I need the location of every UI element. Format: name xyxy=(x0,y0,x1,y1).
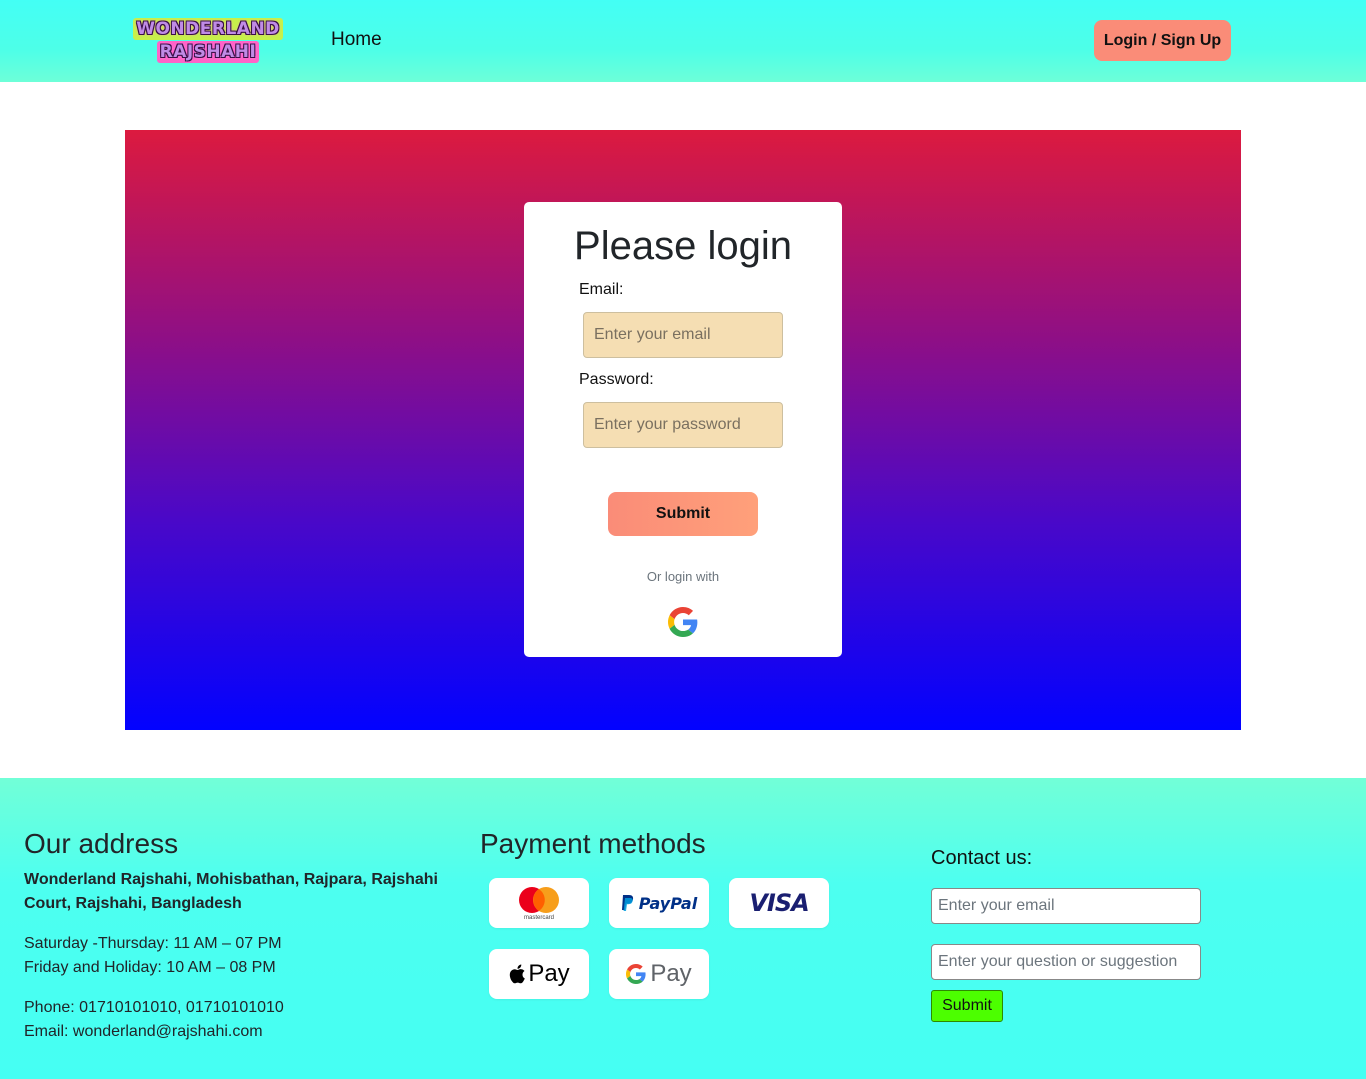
logo-line-1: WONDERLAND xyxy=(133,17,283,40)
site-header: WONDERLAND RAJSHAHI Home Login / Sign Up xyxy=(0,0,1366,82)
visa-card: VISA xyxy=(729,878,829,928)
email-text: Email: wonderland@rajshahi.com xyxy=(24,1023,263,1040)
site-logo[interactable]: WONDERLAND RAJSHAHI xyxy=(128,16,288,64)
email-label: Email: xyxy=(579,281,624,298)
hours-line-2: Friday and Holiday: 10 AM – 08 PM xyxy=(24,959,276,976)
login-submit-button[interactable]: Submit xyxy=(608,492,758,536)
contact-title: Contact us: xyxy=(931,847,1033,869)
contact-submit-button[interactable]: Submit xyxy=(931,990,1003,1022)
login-title: Please login xyxy=(574,224,792,268)
login-signup-button[interactable]: Login / Sign Up xyxy=(1094,20,1231,61)
paypal-icon xyxy=(621,895,633,911)
password-input[interactable] xyxy=(583,402,783,448)
mastercard-card: mastercard xyxy=(489,878,589,928)
address-line-1: Wonderland Rajshahi, Mohisbathan, Rajpar… xyxy=(24,871,438,888)
hours-line-1: Saturday -Thursday: 11 AM – 07 PM xyxy=(24,935,282,952)
google-g-icon xyxy=(626,964,646,984)
apple-icon xyxy=(510,964,526,984)
contact-question-input[interactable] xyxy=(931,944,1201,980)
gpay-card: Pay xyxy=(609,949,709,999)
gpay-text: Pay xyxy=(650,960,692,987)
paypal-logo-text: PayPal xyxy=(638,893,698,913)
logo-line-2: RAJSHAHI xyxy=(156,40,260,63)
login-card: Please login Email: Password: Submit Or … xyxy=(524,202,842,657)
phone-text: Phone: 01710101010, 01710101010 xyxy=(24,999,284,1016)
applepay-card: Pay xyxy=(489,949,589,999)
google-icon[interactable] xyxy=(668,607,698,637)
contact-email-input[interactable] xyxy=(931,888,1201,924)
site-footer: Our address Wonderland Rajshahi, Mohisba… xyxy=(0,778,1366,1079)
hero-banner: Please login Email: Password: Submit Or … xyxy=(125,130,1241,730)
visa-logo-text: VISA xyxy=(749,889,809,917)
applepay-text: Pay xyxy=(528,960,570,987)
address-line-2: Court, Rajshahi, Bangladesh xyxy=(24,895,242,912)
mastercard-icon xyxy=(519,887,559,913)
email-input[interactable] xyxy=(583,312,783,358)
nav-home-link[interactable]: Home xyxy=(331,29,382,51)
payment-title: Payment methods xyxy=(480,828,706,859)
mastercard-caption: mastercard xyxy=(523,915,554,921)
or-login-with-text: Or login with xyxy=(646,569,720,584)
password-label: Password: xyxy=(579,371,654,388)
paypal-card: PayPal xyxy=(609,878,709,928)
address-title: Our address xyxy=(24,828,179,859)
